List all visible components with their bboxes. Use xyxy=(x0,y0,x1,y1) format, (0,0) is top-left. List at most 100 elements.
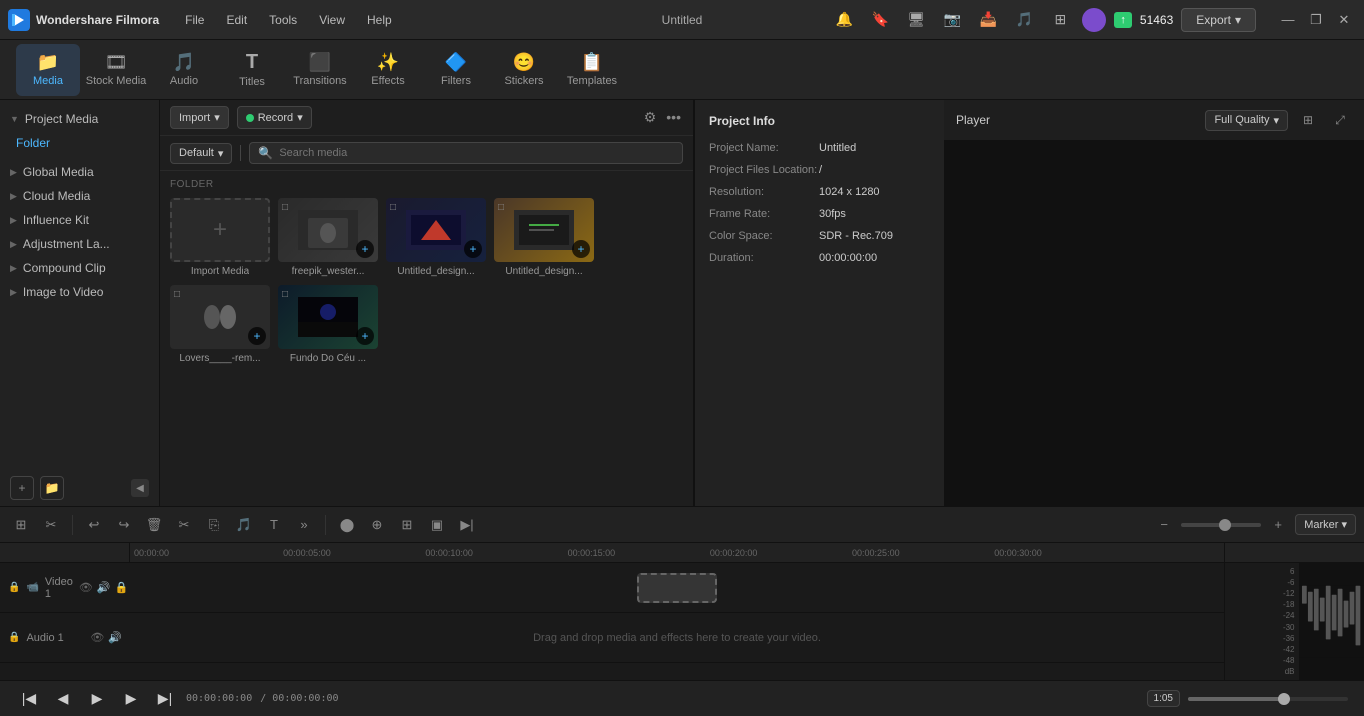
user-avatar[interactable] xyxy=(1082,8,1106,32)
record-button[interactable]: ⬤ xyxy=(334,512,360,538)
minimize-button[interactable]: — xyxy=(1276,8,1300,32)
edit-menu[interactable]: Edit xyxy=(216,9,257,31)
step-back-button[interactable]: ◀ xyxy=(50,686,76,712)
list-item[interactable]: □ + Fundo Do Céu ... xyxy=(278,285,378,364)
camera-icon[interactable]: 📷 xyxy=(938,6,966,34)
quality-select[interactable]: Full Quality ▾ xyxy=(1205,110,1288,131)
timeline-tools-icon[interactable]: ✂ xyxy=(38,512,64,538)
sidebar-item-compound-clip[interactable]: ▶ Compound Clip xyxy=(0,256,159,280)
toolbar-audio[interactable]: 🎵 Audio xyxy=(152,44,216,96)
delete-button[interactable]: 🗑 xyxy=(141,512,167,538)
plus-icon: + xyxy=(213,216,227,244)
player-grid-icon[interactable]: ⊞ xyxy=(1296,108,1320,132)
more-options-icon[interactable]: ••• xyxy=(664,107,683,128)
mute-icon[interactable]: 🔊 xyxy=(108,631,122,644)
add-to-timeline-icon[interactable]: + xyxy=(356,327,374,345)
sidebar-item-adjustment-layer[interactable]: ▶ Adjustment La... xyxy=(0,232,159,256)
go-start-button[interactable]: |◀ xyxy=(16,686,42,712)
add-to-timeline-icon[interactable]: + xyxy=(248,327,266,345)
toolbar-filters[interactable]: 🔷 Filters xyxy=(424,44,488,96)
bell-icon[interactable]: 🎵 xyxy=(1010,6,1038,34)
upgrade-badge[interactable]: ↑ xyxy=(1114,12,1132,28)
frame-icon: □ xyxy=(498,202,504,213)
frame-icon: □ xyxy=(174,289,180,300)
import-media-item[interactable]: + Import Media xyxy=(170,198,270,277)
volume-slider[interactable] xyxy=(1188,697,1348,701)
cut-button[interactable]: ✂ xyxy=(171,512,197,538)
media-panel: Import ▾ Record ▾ ⚙ ••• Default ▾ 🔍 xyxy=(160,100,694,506)
search-input[interactable] xyxy=(279,147,674,159)
notification-icon[interactable]: 🔔 xyxy=(830,6,858,34)
snap-button[interactable]: ⊕ xyxy=(364,512,390,538)
sidebar-section-project-media: ▼ Project Media Folder xyxy=(0,100,159,160)
file-menu[interactable]: File xyxy=(175,9,214,31)
text-button[interactable]: T xyxy=(261,512,287,538)
close-button[interactable]: ✕ xyxy=(1332,8,1356,32)
bookmark-icon[interactable]: 🔖 xyxy=(866,6,894,34)
add-folder-icon[interactable]: + xyxy=(10,476,34,500)
zoom-in-button[interactable]: + xyxy=(1265,512,1291,538)
list-item[interactable]: □ + freepik_wester... xyxy=(278,198,378,277)
record-button[interactable]: Record ▾ xyxy=(237,106,312,129)
audio-button[interactable]: 🎵 xyxy=(231,512,257,538)
more-tools2-button[interactable]: ⊞ xyxy=(394,512,420,538)
zoom-slider[interactable] xyxy=(1181,523,1261,527)
toolbar-effects[interactable]: ✨ Effects xyxy=(356,44,420,96)
eye-icon[interactable]: 👁 xyxy=(79,581,93,594)
list-item[interactable]: □ + Lovers____-rem... xyxy=(170,285,270,364)
ratio-button[interactable]: 1:05 xyxy=(1147,690,1180,707)
media-toolbar: Import ▾ Record ▾ ⚙ ••• xyxy=(160,100,693,136)
sidebar-item-global-media[interactable]: ▶ Global Media xyxy=(0,160,159,184)
clip-button[interactable]: ▣ xyxy=(424,512,450,538)
monitor-icon[interactable]: 🖥 xyxy=(902,6,930,34)
marker-button[interactable]: Marker ▾ xyxy=(1295,514,1356,535)
toolbar-titles[interactable]: T Titles xyxy=(220,44,284,96)
copy-button[interactable]: ⎘ xyxy=(201,512,227,538)
sidebar-item-project-media[interactable]: ▼ Project Media xyxy=(0,106,159,132)
collapse-sidebar-button[interactable]: ◀ xyxy=(131,479,149,497)
add-to-timeline-icon[interactable]: + xyxy=(572,240,590,258)
view-menu[interactable]: View xyxy=(309,9,355,31)
toolbar-stickers[interactable]: 😊 Stickers xyxy=(492,44,556,96)
video-track-strip xyxy=(130,563,1224,613)
go-end-button[interactable]: ▶| xyxy=(152,686,178,712)
toolbar-transitions[interactable]: ⬛ Transitions xyxy=(288,44,352,96)
lock-track-icon[interactable]: 🔒 xyxy=(115,581,129,594)
eye-icon[interactable]: 👁 xyxy=(90,631,104,644)
sidebar-item-cloud-media[interactable]: ▶ Cloud Media xyxy=(0,184,159,208)
zoom-out-button[interactable]: − xyxy=(1151,512,1177,538)
sidebar-item-image-to-video[interactable]: ▶ Image to Video xyxy=(0,280,159,304)
mute-icon[interactable]: 🔊 xyxy=(97,581,111,594)
filter-icon[interactable]: ⚙ xyxy=(642,107,659,128)
player-tab[interactable]: Player xyxy=(956,113,990,127)
list-item[interactable]: □ + Untitled_design... xyxy=(386,198,486,277)
tools-menu[interactable]: Tools xyxy=(259,9,307,31)
help-menu[interactable]: Help xyxy=(357,9,402,31)
sidebar-item-influence-kit[interactable]: ▶ Influence Kit xyxy=(0,208,159,232)
toolbar-media[interactable]: 📁 Media xyxy=(16,44,80,96)
phantom-clip xyxy=(637,573,717,603)
player-expand-icon[interactable]: ⤢ xyxy=(1328,108,1352,132)
import-thumb[interactable]: + xyxy=(170,198,270,262)
folder-icon[interactable]: 📁 xyxy=(40,476,64,500)
toolbar-templates[interactable]: 📋 Templates xyxy=(560,44,624,96)
maximize-button[interactable]: ❐ xyxy=(1304,8,1328,32)
play-button[interactable]: ▶ xyxy=(84,686,110,712)
download-icon[interactable]: 📥 xyxy=(974,6,1002,34)
list-item[interactable]: □ + Untitled_design... xyxy=(494,198,594,277)
add-to-timeline-icon[interactable]: + xyxy=(356,240,374,258)
grid-icon[interactable]: ⊞ xyxy=(1046,6,1074,34)
step-forward-button[interactable]: ▶ xyxy=(118,686,144,712)
undo-button[interactable]: ↩ xyxy=(81,512,107,538)
filter-select[interactable]: Default ▾ xyxy=(170,143,232,164)
forward-button[interactable]: ▶| xyxy=(454,512,480,538)
add-to-timeline-icon[interactable]: + xyxy=(464,240,482,258)
timeline-layout-icon[interactable]: ⊞ xyxy=(8,512,34,538)
sidebar-item-folder[interactable]: Folder xyxy=(0,132,159,154)
export-button[interactable]: Export ▾ xyxy=(1181,8,1256,32)
redo-button[interactable]: ↪ xyxy=(111,512,137,538)
toolbar-stock-media[interactable]: 🎞 Stock Media xyxy=(84,44,148,96)
divider xyxy=(325,515,326,535)
more-tools-button[interactable]: » xyxy=(291,512,317,538)
import-button[interactable]: Import ▾ xyxy=(170,106,229,129)
